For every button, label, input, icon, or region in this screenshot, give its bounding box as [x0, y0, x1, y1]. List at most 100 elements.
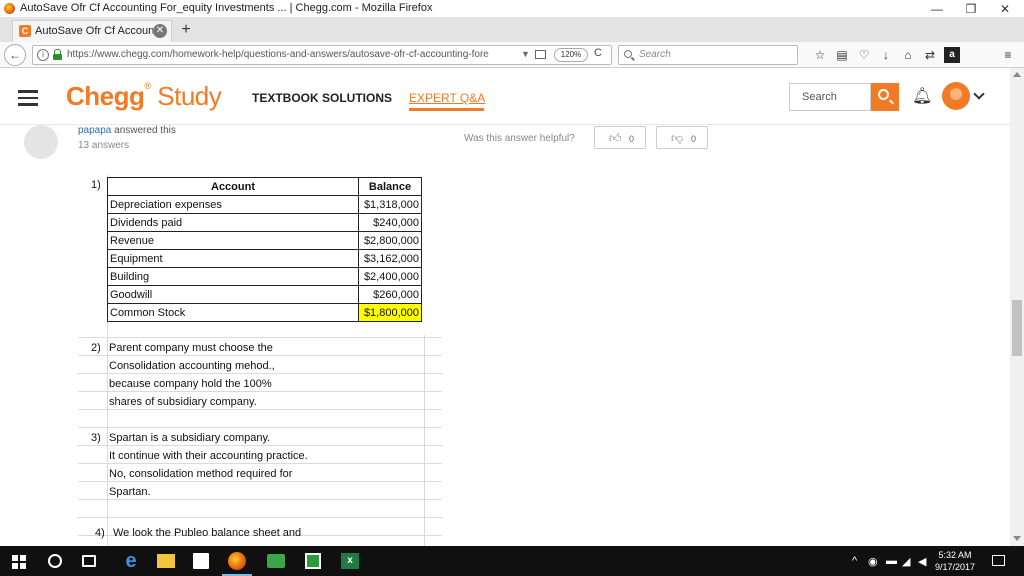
- pocket-icon[interactable]: ♡: [856, 47, 872, 63]
- item-3-line: No, consolidation method required for: [109, 468, 293, 480]
- grid-line: [78, 499, 442, 500]
- task-view-icon[interactable]: [82, 555, 96, 567]
- grid-line: [78, 445, 442, 446]
- app-icon[interactable]: [267, 554, 285, 568]
- answered-by: papapa answered this: [78, 125, 176, 136]
- item-2-line: Parent company must choose the: [109, 342, 273, 354]
- chegg-study-logo[interactable]: Chegg® Study: [66, 81, 222, 112]
- chegg-search-button[interactable]: [871, 83, 899, 111]
- amazon-icon[interactable]: a: [944, 47, 960, 63]
- volume-icon[interactable]: ◀: [918, 555, 926, 568]
- star-icon[interactable]: ☆: [812, 47, 828, 63]
- account-cell: Dividends paid: [107, 213, 359, 232]
- file-explorer-icon[interactable]: [157, 554, 175, 568]
- url-fade: [483, 47, 523, 63]
- url-dropdown-icon[interactable]: ▼: [521, 49, 530, 59]
- thumbs-down-count: 0: [691, 134, 697, 144]
- tab-close-icon[interactable]: ✕: [153, 24, 167, 38]
- scroll-up-icon[interactable]: [1013, 72, 1021, 77]
- item-1-label: 1): [91, 179, 101, 191]
- table-row: Dividends paid $240,000: [107, 213, 422, 232]
- scrollbar-thumb[interactable]: [1012, 300, 1022, 356]
- item-2-line: because company hold the 100%: [109, 378, 272, 390]
- account-cell: Revenue: [107, 231, 359, 250]
- battery-icon[interactable]: ▬: [886, 555, 897, 567]
- account-balance-table: Account Balance Depreciation expenses $1…: [107, 177, 422, 322]
- system-clock[interactable]: 5:32 AM 9/17/2017: [930, 549, 980, 573]
- thumbs-down-icon: 👎︎: [671, 131, 684, 145]
- cortana-icon[interactable]: [48, 554, 62, 568]
- restore-button[interactable]: ❐: [954, 0, 988, 18]
- menu-icon[interactable]: ≡: [1000, 47, 1016, 63]
- firefox-logo-icon: [4, 3, 15, 14]
- home-icon[interactable]: ⌂: [900, 47, 916, 63]
- table-row: Equipment $3,162,000: [107, 249, 422, 268]
- wifi-icon[interactable]: ◢: [902, 555, 910, 568]
- chegg-favicon-icon: C: [19, 25, 31, 37]
- firefox-icon[interactable]: [228, 552, 246, 570]
- url-text[interactable]: https://www.chegg.com/homework-help/ques…: [67, 49, 517, 60]
- helpful-prompt: Was this answer helpful?: [464, 133, 575, 144]
- clock-time: 5:32 AM: [938, 550, 972, 560]
- hamburger-menu-icon[interactable]: [18, 90, 38, 106]
- excel-icon[interactable]: x: [341, 553, 359, 569]
- item-3-label: 3): [91, 432, 101, 444]
- active-nav-indicator: [409, 108, 484, 111]
- table-row: Building $2,400,000: [107, 267, 422, 286]
- action-center-icon[interactable]: [992, 555, 1005, 566]
- download-icon[interactable]: ↓: [878, 47, 894, 63]
- chegg-search-input[interactable]: Search: [789, 83, 871, 111]
- search-icon: [878, 89, 889, 100]
- balance-cell: $2,400,000: [358, 267, 422, 286]
- answer-content: papapa answered this 13 answers Was this…: [0, 125, 1010, 546]
- grid-line: [78, 337, 442, 338]
- sync-icon[interactable]: ⇄: [922, 47, 938, 63]
- answerer-username[interactable]: papapa: [78, 125, 111, 136]
- balance-cell: $3,162,000: [358, 249, 422, 268]
- reload-icon[interactable]: C: [594, 47, 602, 59]
- column-header-account: Account: [107, 177, 359, 196]
- item-4-line: We look the Publeo balance sheet and: [113, 527, 302, 539]
- app2-icon[interactable]: [305, 553, 321, 569]
- tab-label: AutoSave Ofr Cf Accounting: [35, 25, 153, 37]
- answerer-avatar: [24, 125, 58, 159]
- nav-textbook-solutions[interactable]: TEXTBOOK SOLUTIONS: [252, 91, 392, 105]
- minimize-button[interactable]: —: [920, 0, 954, 18]
- window-title: AutoSave Ofr Cf Accounting For_equity In…: [20, 2, 433, 14]
- windows-taskbar: e x ^ ◉ ▬ ◢ ◀ 5:32 AM 9/17/2017: [0, 546, 1024, 576]
- user-avatar-icon[interactable]: [942, 82, 970, 110]
- store-icon[interactable]: [193, 553, 209, 569]
- account-cell: Common Stock: [107, 303, 359, 322]
- item-3-line: Spartan.: [109, 486, 151, 498]
- tab-strip: C AutoSave Ofr Cf Accounting ✕ +: [0, 18, 1024, 42]
- tray-app-icon[interactable]: ◉: [868, 555, 878, 568]
- page-scrollbar[interactable]: [1010, 68, 1024, 546]
- thumbs-up-button[interactable]: 👍︎ 0: [594, 126, 646, 149]
- thumbs-down-button[interactable]: 👎︎ 0: [656, 126, 708, 149]
- back-button[interactable]: ←: [4, 44, 26, 66]
- tray-chevron-icon[interactable]: ^: [852, 555, 857, 567]
- grid-line: [78, 409, 442, 410]
- edge-icon[interactable]: e: [121, 551, 141, 571]
- windows-start-icon[interactable]: [12, 555, 26, 569]
- zoom-level-badge[interactable]: 120%: [554, 48, 588, 62]
- scroll-down-icon[interactable]: [1013, 536, 1021, 541]
- info-icon[interactable]: i: [37, 49, 49, 61]
- lock-icon: [53, 49, 62, 60]
- balance-cell: $260,000: [358, 285, 422, 304]
- new-tab-button[interactable]: +: [176, 20, 196, 40]
- reader-view-icon[interactable]: [535, 50, 546, 59]
- close-window-button[interactable]: ✕: [988, 0, 1022, 18]
- table-header-row: Account Balance: [107, 177, 422, 196]
- chevron-down-icon[interactable]: [973, 88, 985, 100]
- url-bar[interactable]: i https://www.chegg.com/homework-help/qu…: [32, 45, 612, 65]
- tab-chegg[interactable]: C AutoSave Ofr Cf Accounting ✕: [12, 20, 172, 42]
- notification-bell-icon[interactable]: 🔔︎: [912, 87, 932, 107]
- nav-expert-qa[interactable]: EXPERT Q&A: [409, 91, 485, 105]
- grid-line: [424, 335, 425, 546]
- account-cell: Goodwill: [107, 285, 359, 304]
- reading-list-icon[interactable]: ▤: [834, 47, 850, 63]
- account-cell: Depreciation expenses: [107, 195, 359, 214]
- navigation-toolbar: ← i https://www.chegg.com/homework-help/…: [0, 42, 1024, 68]
- browser-search-input[interactable]: Search: [618, 45, 798, 65]
